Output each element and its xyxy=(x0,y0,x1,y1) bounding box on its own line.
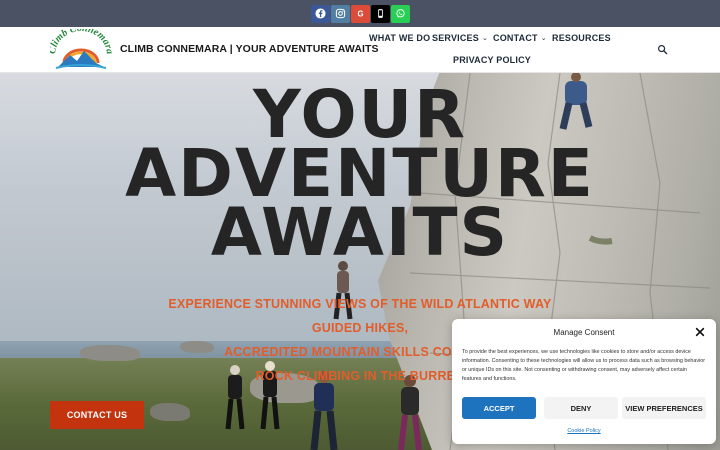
nav-label: WHAT WE DO xyxy=(369,33,431,43)
cookie-policy-link[interactable]: Cookie Policy xyxy=(452,428,716,434)
climber-figure xyxy=(398,375,422,450)
close-icon[interactable] xyxy=(695,327,705,337)
site-title[interactable]: CLIMB CONNEMARA | YOUR ADVENTURE AWAITS xyxy=(120,43,379,55)
nav-resources[interactable]: RESOURCES xyxy=(552,33,611,43)
nav-privacy-policy[interactable]: PRIVACY POLICY xyxy=(453,55,531,65)
google-icon: G xyxy=(357,9,363,18)
chevron-down-icon: ⌄ xyxy=(540,35,547,42)
nav-contact[interactable]: CONTACT ⌄ xyxy=(493,33,547,43)
svg-text:G: G xyxy=(357,9,363,18)
hero-tagline: EXPERIENCE STUNNING VIEWS OF THE WILD AT… xyxy=(168,297,552,311)
nav-label: RESOURCES xyxy=(552,33,611,43)
whatsapp-icon xyxy=(395,9,405,18)
chevron-down-icon: ⌄ xyxy=(481,35,489,42)
cookie-consent-dialog: Manage Consent To provide the best exper… xyxy=(452,319,716,444)
phone-link[interactable] xyxy=(370,4,390,23)
nav-label: PRIVACY POLICY xyxy=(453,55,531,65)
accept-button[interactable]: ACCEPT xyxy=(462,397,536,419)
view-preferences-button[interactable]: VIEW PREFERENCES xyxy=(622,397,706,419)
consent-title: Manage Consent xyxy=(553,328,615,337)
search-icon[interactable] xyxy=(657,44,668,55)
nav-label: SERVICES xyxy=(432,33,479,43)
deny-button[interactable]: DENY xyxy=(544,397,618,419)
whatsapp-link[interactable] xyxy=(390,4,410,23)
nav-what-we-do[interactable]: WHAT WE DO xyxy=(369,33,430,43)
facebook-link[interactable] xyxy=(310,4,330,23)
hero-title-line: AWAITS xyxy=(210,194,510,271)
consent-body: To provide the best experiences, we use … xyxy=(462,349,706,382)
contact-us-button[interactable]: CONTACT US xyxy=(50,401,144,429)
instagram-link[interactable] xyxy=(330,4,350,23)
site-header: Climb Connemara CLIMB CONNEMARA | YOUR A… xyxy=(0,23,720,73)
instagram-icon xyxy=(335,8,345,19)
nav-services[interactable]: SERVICES ⌄ xyxy=(432,33,488,43)
nav-label: CONTACT xyxy=(493,33,538,43)
facebook-icon xyxy=(314,8,326,19)
phone-icon xyxy=(377,9,383,18)
google-link[interactable]: G xyxy=(350,4,370,23)
site-logo[interactable]: Climb Connemara xyxy=(47,23,115,71)
social-bar: G xyxy=(0,0,720,27)
